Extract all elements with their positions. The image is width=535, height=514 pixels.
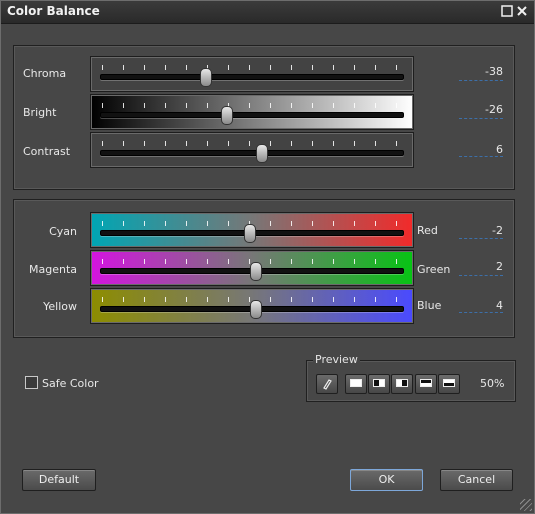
- slider-thumb[interactable]: [250, 300, 262, 319]
- slider-thumb[interactable]: [244, 224, 256, 243]
- bright-value[interactable]: -26: [459, 103, 503, 116]
- cyan-red-value[interactable]: -2: [459, 224, 503, 237]
- magenta-green-value[interactable]: 2: [459, 260, 503, 273]
- slider-thumb[interactable]: [256, 144, 268, 163]
- slider-track: [100, 112, 404, 118]
- preview-group: Preview 50%: [306, 353, 516, 402]
- close-icon: [517, 6, 527, 16]
- cyan-label: Cyan: [49, 225, 77, 238]
- bottom-split-icon: [443, 379, 455, 387]
- contrast-value[interactable]: 6: [459, 143, 503, 156]
- resize-grip-icon[interactable]: [520, 499, 532, 511]
- yellow-label: Yellow: [43, 300, 77, 313]
- tick-marks: [102, 103, 402, 108]
- eraser-icon: [323, 379, 332, 390]
- maximize-icon: [501, 5, 513, 17]
- default-button[interactable]: Default: [22, 469, 96, 491]
- slider-track: [100, 74, 404, 80]
- chroma-value-underline: [459, 80, 503, 81]
- bright-slider[interactable]: [90, 94, 414, 130]
- left-split-icon: [373, 379, 385, 387]
- safe-color-checkbox[interactable]: [25, 376, 38, 389]
- full-preview-button[interactable]: [345, 374, 367, 394]
- green-label: Green: [417, 263, 451, 276]
- tick-marks: [102, 141, 402, 146]
- red-label: Red: [417, 224, 438, 237]
- yellow-blue-value[interactable]: 4: [459, 299, 503, 312]
- chroma-value[interactable]: -38: [459, 65, 503, 78]
- title-bar: Color Balance: [1, 1, 534, 24]
- color-balance-window: Color Balance Chroma -38 Bright -26 Cont…: [0, 0, 535, 514]
- contrast-slider[interactable]: [90, 132, 414, 168]
- eraser-button[interactable]: [316, 374, 338, 394]
- preview-zoom: 50%: [480, 377, 505, 390]
- blue-label: Blue: [417, 299, 442, 312]
- cyan-red-value-underline: [459, 238, 503, 239]
- left-split-button[interactable]: [368, 374, 390, 394]
- cyan-red-slider[interactable]: [90, 212, 414, 248]
- slider-thumb[interactable]: [250, 262, 262, 281]
- magenta-green-value-underline: [459, 275, 503, 276]
- chroma-label: Chroma: [23, 67, 67, 80]
- yellow-blue-value-underline: [459, 312, 503, 313]
- top-split-button[interactable]: [415, 374, 437, 394]
- slider-thumb[interactable]: [221, 106, 233, 125]
- maximize-button[interactable]: [501, 5, 513, 17]
- bright-value-underline: [459, 118, 503, 119]
- magenta-green-slider[interactable]: [90, 250, 414, 286]
- yellow-blue-slider[interactable]: [90, 288, 414, 324]
- right-split-icon: [396, 379, 408, 387]
- chroma-slider[interactable]: [90, 56, 414, 92]
- contrast-value-underline: [459, 156, 503, 157]
- window-title: Color Balance: [7, 4, 100, 18]
- top-split-icon: [420, 379, 432, 387]
- contrast-label: Contrast: [23, 145, 71, 158]
- slider-thumb[interactable]: [200, 68, 212, 87]
- bright-label: Bright: [23, 106, 57, 119]
- right-split-button[interactable]: [391, 374, 413, 394]
- cancel-button[interactable]: Cancel: [440, 469, 513, 491]
- bottom-split-button[interactable]: [438, 374, 460, 394]
- ok-button[interactable]: OK: [350, 469, 423, 491]
- close-button[interactable]: [516, 5, 528, 17]
- full-preview-icon: [350, 379, 362, 387]
- safe-color-label[interactable]: Safe Color: [42, 377, 99, 390]
- preview-label: Preview: [313, 353, 360, 366]
- slider-track: [100, 150, 404, 156]
- magenta-label: Magenta: [28, 263, 77, 276]
- tick-marks: [102, 65, 402, 70]
